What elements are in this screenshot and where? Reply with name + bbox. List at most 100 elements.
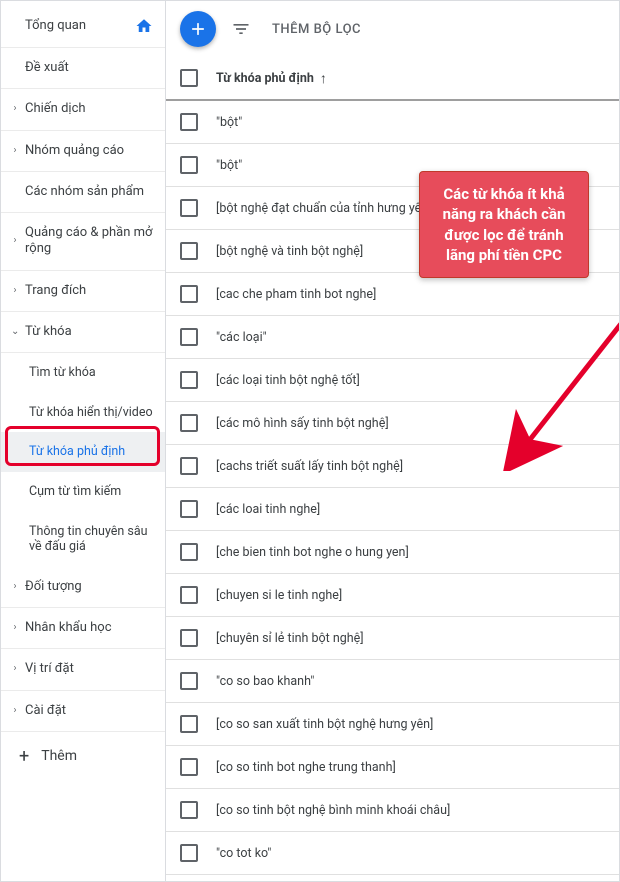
- table-row[interactable]: "bột": [166, 101, 619, 144]
- row-checkbox[interactable]: [180, 543, 198, 561]
- keyword-cell: [các mô hình sấy tinh bột nghệ]: [216, 416, 389, 431]
- annotation-callout: Các từ khóa ít khả năng ra khách cần đượ…: [419, 171, 589, 278]
- caret-icon: ›: [11, 104, 19, 114]
- table-row[interactable]: [các loai tinh nghe]: [166, 488, 619, 531]
- filter-icon[interactable]: [230, 18, 252, 40]
- row-checkbox[interactable]: [180, 457, 198, 475]
- keyword-cell: [co so tinh bột nghệ bình minh khoái châ…: [216, 803, 450, 818]
- row-checkbox[interactable]: [180, 758, 198, 776]
- row-checkbox[interactable]: [180, 844, 198, 862]
- sidebar-item-16[interactable]: › Cài đặt: [1, 691, 165, 732]
- row-checkbox[interactable]: [180, 199, 198, 217]
- row-checkbox[interactable]: [180, 113, 198, 131]
- caret-icon: ›: [11, 286, 19, 296]
- sidebar-item-11[interactable]: Cụm từ tìm kiếm: [1, 472, 165, 512]
- table-row[interactable]: [chuyen si le tinh nghe]: [166, 574, 619, 617]
- caret-icon: ›: [11, 623, 19, 633]
- sidebar-item-13[interactable]: › Đối tượng: [1, 567, 165, 608]
- sidebar-item-label: Tìm từ khóa: [29, 365, 96, 380]
- table-row[interactable]: [cachs triết suất lấy tinh bột nghệ]: [166, 445, 619, 488]
- row-checkbox[interactable]: [180, 500, 198, 518]
- plus-icon: [188, 19, 208, 39]
- row-checkbox[interactable]: [180, 328, 198, 346]
- sidebar: Tổng quan Đề xuất › Chiến dịch › Nhóm quảng c…: [1, 1, 166, 881]
- home-icon: [135, 17, 153, 35]
- table-row[interactable]: [co so san xuất tinh bột nghệ hưng yên]: [166, 703, 619, 746]
- sidebar-item-label: Cụm từ tìm kiếm: [29, 484, 121, 499]
- sidebar-item-label: Tổng quan: [25, 18, 86, 34]
- caret-icon: ›: [11, 664, 19, 674]
- sidebar-item-15[interactable]: › Vị trí đặt: [1, 649, 165, 690]
- table-row[interactable]: [co so tinh bột nghệ bình minh khoái châ…: [166, 789, 619, 832]
- caret-icon: ›: [11, 236, 19, 246]
- add-menu-label: Thêm: [41, 748, 77, 764]
- sidebar-item-0[interactable]: Tổng quan: [1, 5, 165, 48]
- sidebar-item-6[interactable]: › Trang đích: [1, 271, 165, 312]
- table-row[interactable]: "có tốt ko": [166, 875, 619, 881]
- table-header: Từ khóa phủ định ↑: [166, 57, 619, 101]
- caret-icon: ›: [11, 146, 19, 156]
- keyword-cell: [co so tinh bot nghe trung thanh]: [216, 760, 396, 775]
- row-checkbox[interactable]: [180, 156, 198, 174]
- sidebar-item-1[interactable]: Đề xuất: [1, 48, 165, 89]
- table-row[interactable]: "các loại": [166, 316, 619, 359]
- row-checkbox[interactable]: [180, 715, 198, 733]
- table-row[interactable]: [các mô hình sấy tinh bột nghệ]: [166, 402, 619, 445]
- row-checkbox[interactable]: [180, 371, 198, 389]
- table-row[interactable]: [chuyên sỉ lẻ tinh bột nghệ]: [166, 617, 619, 660]
- sidebar-item-4[interactable]: Các nhóm sản phẩm: [1, 172, 165, 213]
- keyword-cell: [cachs triết suất lấy tinh bột nghệ]: [216, 459, 403, 474]
- keyword-cell: "co so bao khanh": [216, 674, 314, 689]
- row-checkbox[interactable]: [180, 285, 198, 303]
- sidebar-item-9[interactable]: Từ khóa hiển thị/video: [1, 393, 165, 433]
- row-checkbox[interactable]: [180, 586, 198, 604]
- table-row[interactable]: "co so bao khanh": [166, 660, 619, 703]
- keyword-cell: [chuyên sỉ lẻ tinh bột nghệ]: [216, 631, 364, 646]
- toolbar: THÊM BỘ LỌC: [166, 1, 619, 57]
- keyword-cell: [chuyen si le tinh nghe]: [216, 588, 342, 603]
- caret-icon: ⌄: [11, 327, 19, 337]
- sidebar-item-label: Vị trí đặt: [25, 661, 74, 676]
- sidebar-item-7[interactable]: ⌄ Từ khóa: [1, 312, 165, 353]
- select-all-checkbox[interactable]: [180, 69, 198, 87]
- row-checkbox[interactable]: [180, 242, 198, 260]
- sidebar-item-label: Đối tượng: [25, 579, 82, 594]
- sidebar-item-label: Từ khóa: [25, 324, 72, 339]
- table-row[interactable]: "co tot ko": [166, 832, 619, 875]
- row-checkbox[interactable]: [180, 414, 198, 432]
- sidebar-item-label: Thông tin chuyên sâu về đấu giá: [29, 524, 148, 555]
- sidebar-item-label: Từ khóa phủ định: [29, 444, 125, 459]
- table-row[interactable]: [cac che pham tinh bot nghe]: [166, 273, 619, 316]
- sidebar-item-label: Đề xuất: [25, 60, 69, 75]
- sidebar-item-3[interactable]: › Nhóm quảng cáo: [1, 131, 165, 172]
- keyword-cell: [các loại tinh bột nghệ tốt]: [216, 373, 360, 388]
- sidebar-item-2[interactable]: › Chiến dịch: [1, 89, 165, 130]
- sidebar-item-14[interactable]: › Nhân khẩu học: [1, 608, 165, 649]
- plus-icon: +: [19, 746, 29, 767]
- column-header-keyword[interactable]: Từ khóa phủ định ↑: [216, 70, 327, 87]
- row-checkbox[interactable]: [180, 801, 198, 819]
- sidebar-item-label: Các nhóm sản phẩm: [25, 184, 144, 199]
- add-menu-button[interactable]: + Thêm: [1, 732, 165, 781]
- caret-icon: ›: [11, 582, 19, 592]
- sidebar-item-5[interactable]: ›Quảng cáo & phần mở rộng: [1, 213, 165, 271]
- row-checkbox[interactable]: [180, 629, 198, 647]
- row-checkbox[interactable]: [180, 672, 198, 690]
- keyword-cell: [bột nghệ đạt chuẩn của tỉnh hưng yên]: [216, 201, 432, 216]
- sidebar-item-label: Chiến dịch: [25, 101, 86, 116]
- sidebar-item-label: Cài đặt: [25, 703, 66, 718]
- table-row[interactable]: [co so tinh bot nghe trung thanh]: [166, 746, 619, 789]
- filter-label[interactable]: THÊM BỘ LỌC: [266, 22, 361, 37]
- main-content: THÊM BỘ LỌC Từ khóa phủ định ↑ "bột""bột…: [166, 1, 619, 881]
- caret-icon: ›: [11, 706, 19, 716]
- sidebar-item-label: Trang đích: [25, 283, 86, 298]
- sidebar-item-12[interactable]: Thông tin chuyên sâu về đấu giá: [1, 512, 165, 567]
- table-row[interactable]: [che bien tinh bot nghe o hung yen]: [166, 531, 619, 574]
- sidebar-item-label: Nhóm quảng cáo: [25, 143, 124, 158]
- add-button[interactable]: [180, 11, 216, 47]
- sidebar-item-8[interactable]: Tìm từ khóa: [1, 353, 165, 393]
- keyword-cell: [che bien tinh bot nghe o hung yen]: [216, 545, 409, 560]
- table-row[interactable]: [các loại tinh bột nghệ tốt]: [166, 359, 619, 402]
- sidebar-item-label: Nhân khẩu học: [25, 620, 112, 635]
- sidebar-item-10[interactable]: Từ khóa phủ định: [1, 432, 165, 472]
